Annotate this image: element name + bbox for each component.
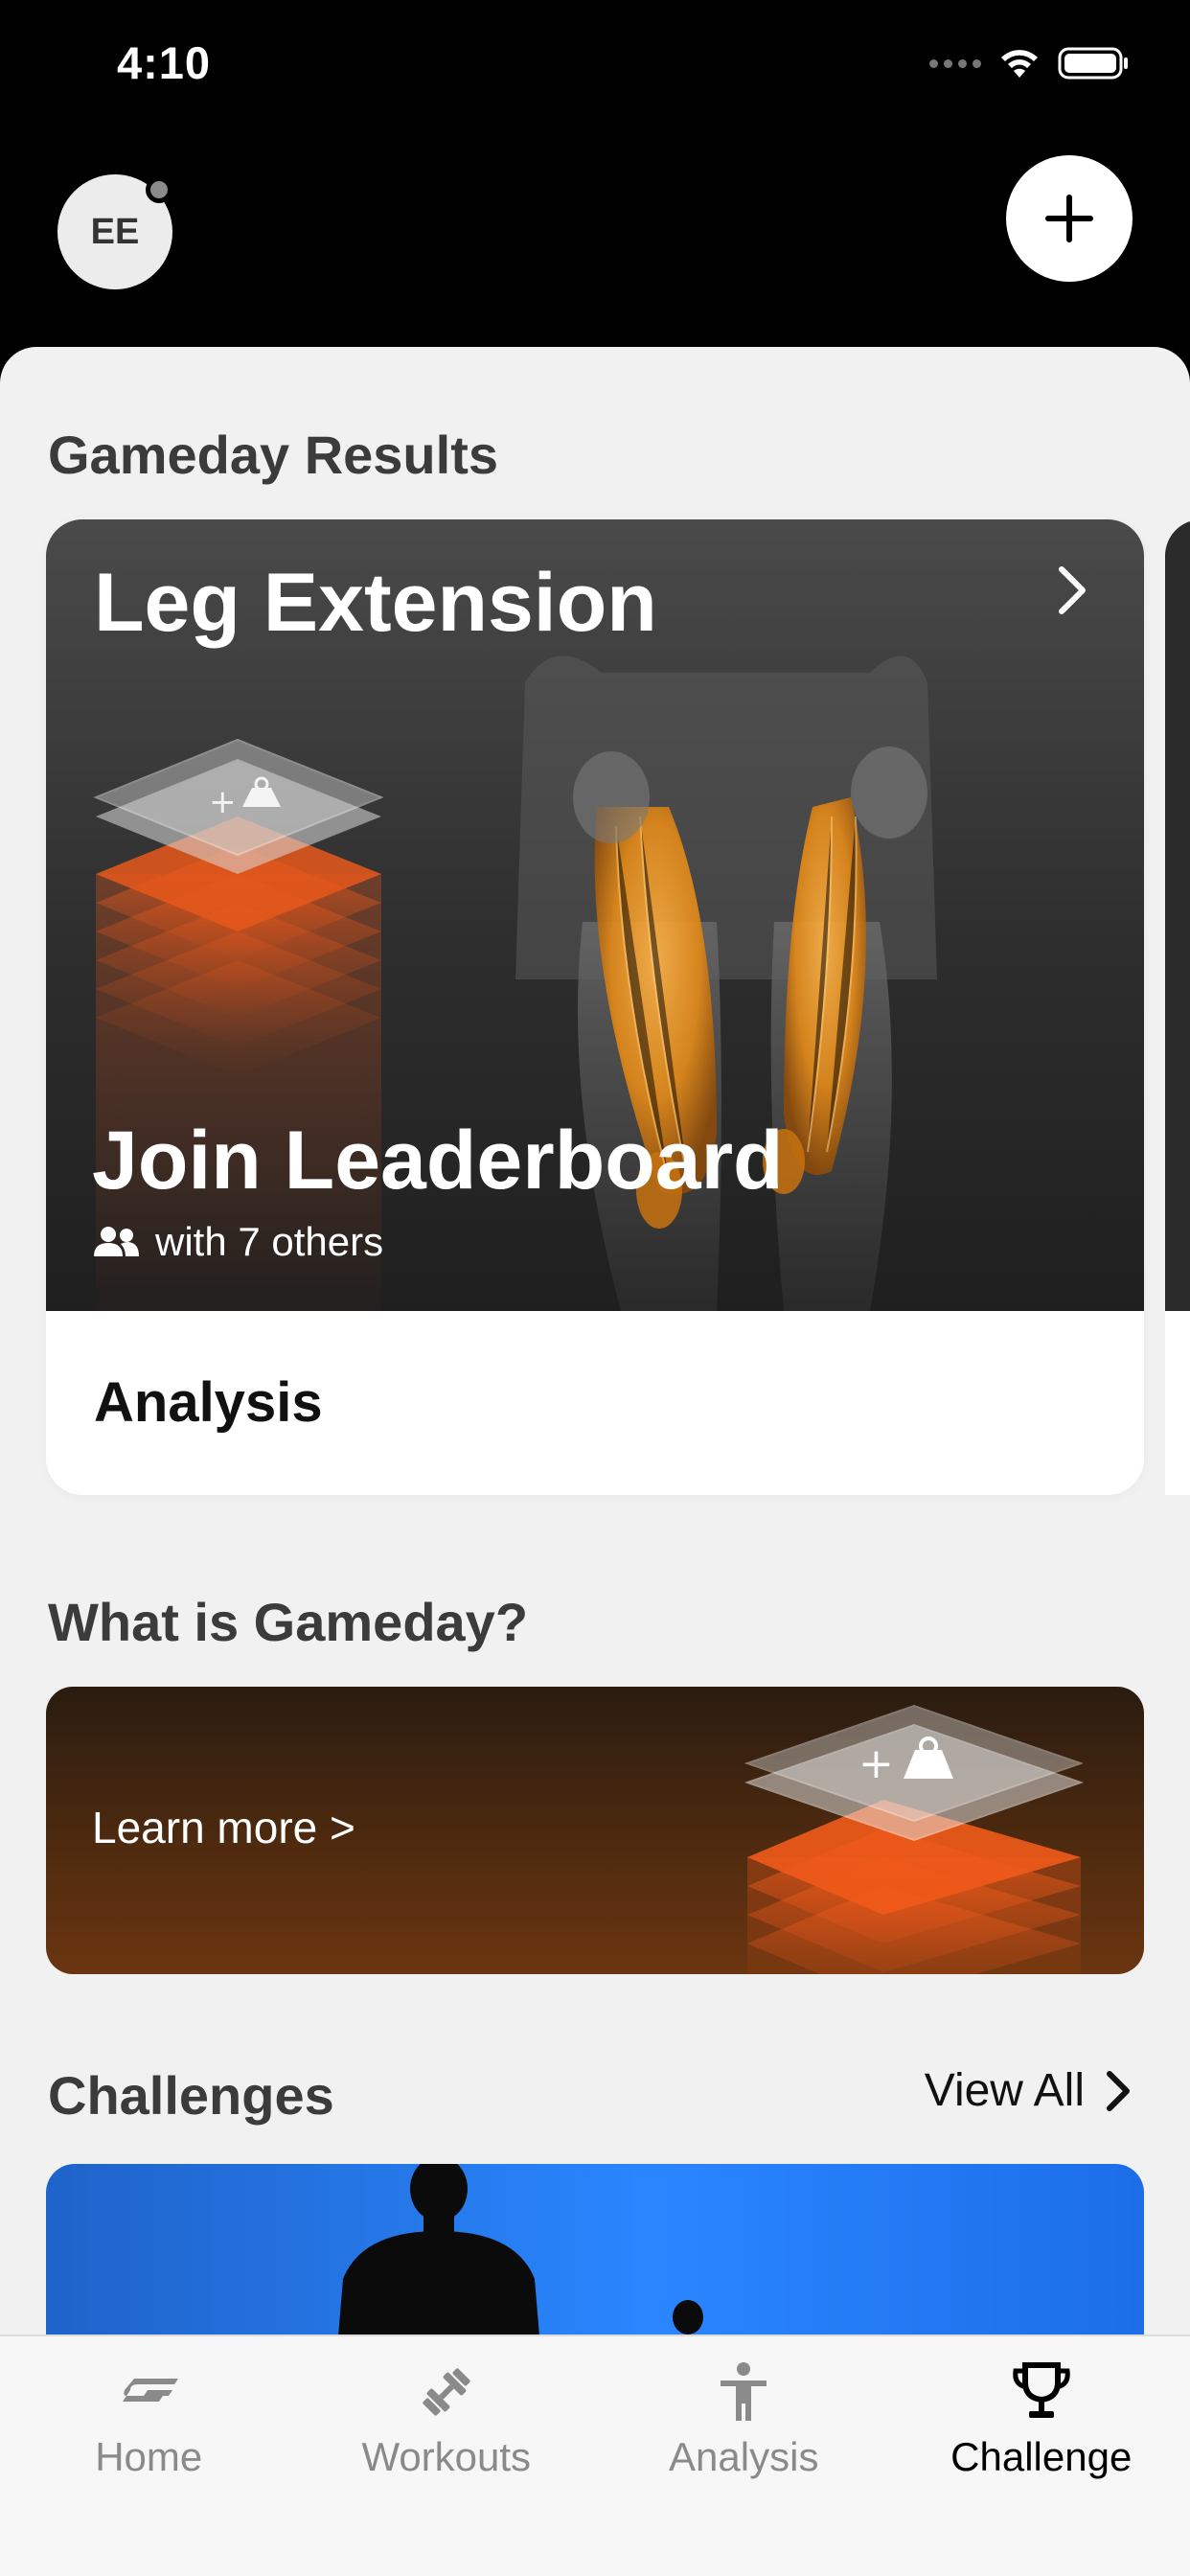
avatar[interactable]: EE xyxy=(57,174,172,289)
bottom-tab-bar: Home Workouts Analysis Challenge xyxy=(0,2334,1190,2576)
top-header: EE xyxy=(0,134,1190,364)
battery-icon xyxy=(1058,47,1128,80)
svg-text:+: + xyxy=(209,783,237,821)
trophy-icon xyxy=(1012,2362,1070,2418)
svg-text:+: + xyxy=(858,1739,894,1788)
tab-analysis[interactable]: Analysis xyxy=(595,2336,893,2509)
learn-more-link[interactable]: Learn more > xyxy=(92,1802,355,1853)
person-icon xyxy=(721,2362,767,2421)
tab-challenge[interactable]: Challenge xyxy=(893,2336,1190,2509)
result-card-hero: + Leg Extension Join Leaderboard with 7 … xyxy=(46,519,1144,1311)
participants-text: with 7 others xyxy=(155,1219,384,1264)
tab-workouts[interactable]: Workouts xyxy=(298,2336,596,2509)
tab-home[interactable]: Home xyxy=(0,2336,298,2509)
view-all-label: View All xyxy=(924,2065,1085,2116)
tab-analysis-label: Analysis xyxy=(669,2434,819,2479)
card-title: Leg Extension xyxy=(94,557,657,649)
tab-workouts-label: Workouts xyxy=(361,2434,532,2479)
tab-challenge-label: Challenge xyxy=(950,2434,1133,2479)
chevron-right-icon xyxy=(1107,2070,1130,2111)
cellular-signal-icon xyxy=(929,58,981,68)
challenges-title: Challenges xyxy=(48,2065,334,2126)
analysis-label[interactable]: Analysis xyxy=(94,1370,323,1435)
wifi-icon xyxy=(1001,50,1038,78)
add-button[interactable] xyxy=(1006,155,1133,282)
status-time: 4:10 xyxy=(117,37,212,88)
participants-row: with 7 others xyxy=(92,1219,383,1265)
people-icon xyxy=(94,1227,139,1256)
dumbbell-icon xyxy=(423,2368,470,2416)
avatar-initials: EE xyxy=(90,211,140,252)
plus-icon xyxy=(1045,195,1093,242)
learn-more-banner[interactable]: Learn more > + xyxy=(46,1687,1144,1974)
weight-stack-icon: + xyxy=(744,1704,1085,1974)
status-icons xyxy=(929,46,1131,80)
view-all-button[interactable]: View All xyxy=(925,2064,1131,2117)
main-content: Gameday Results + Leg Extension Join Lea… xyxy=(0,347,1190,2576)
gameday-results-title: Gameday Results xyxy=(48,425,498,485)
gameday-result-card[interactable]: + Leg Extension Join Leaderboard with 7 … xyxy=(46,519,1144,1495)
notification-dot xyxy=(146,176,172,203)
next-result-card-peek[interactable] xyxy=(1165,519,1190,1495)
home-logo-icon xyxy=(123,2379,179,2402)
what-is-gameday-title: What is Gameday? xyxy=(48,1592,529,1652)
join-leaderboard-label[interactable]: Join Leaderboard xyxy=(92,1114,784,1208)
status-bar: 4:10 xyxy=(0,0,1190,134)
tab-home-label: Home xyxy=(95,2434,203,2479)
chevron-right-icon[interactable] xyxy=(1056,564,1090,622)
